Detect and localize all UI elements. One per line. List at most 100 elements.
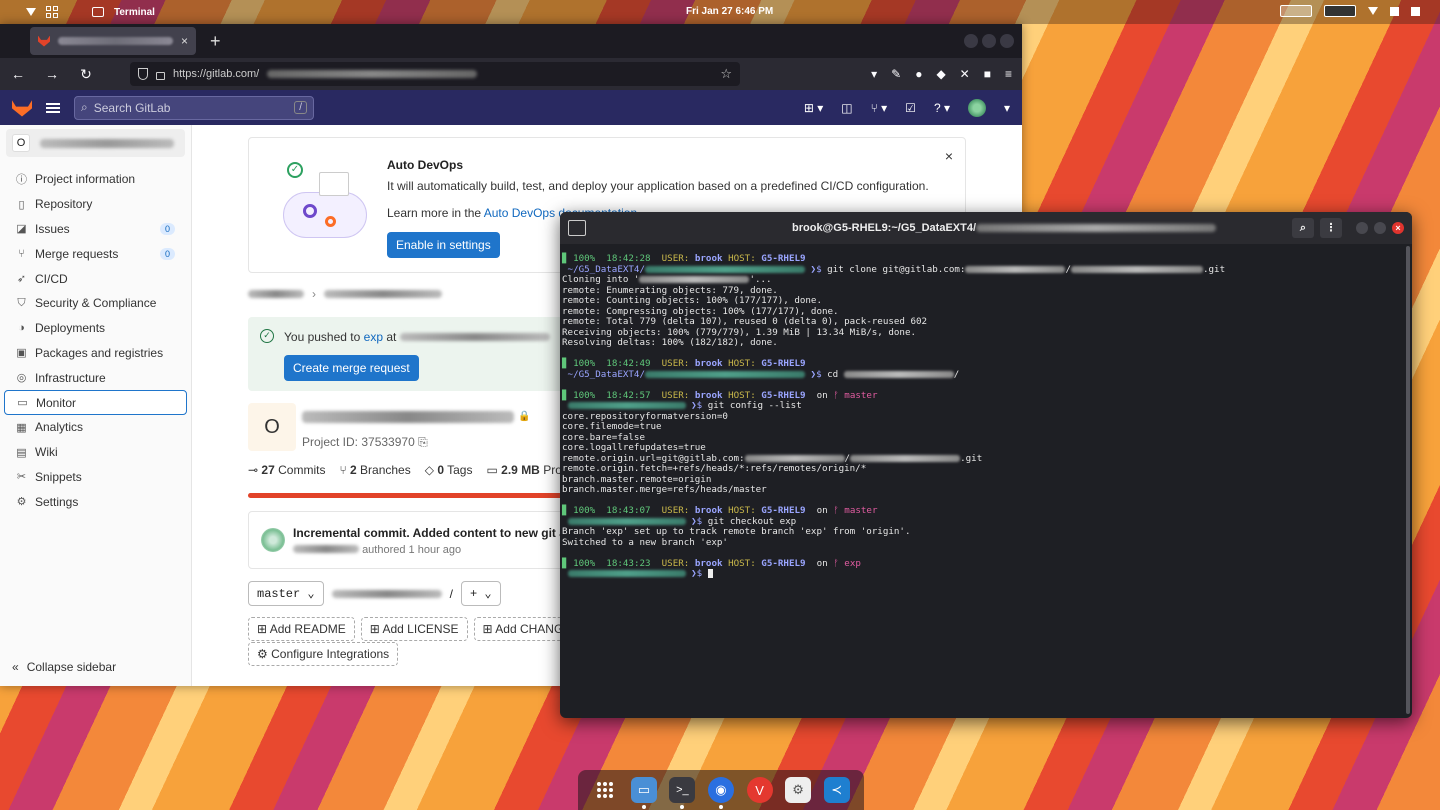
workspace-2[interactable] xyxy=(1324,5,1356,17)
todo-icon[interactable]: ☑ xyxy=(905,101,916,115)
terminal-minimize-button[interactable] xyxy=(1356,222,1368,234)
terminal-output[interactable]: ▊ 100% 18:42:28 USER: brook HOST: G5-RHE… xyxy=(560,244,1412,580)
commit-author-redacted[interactable] xyxy=(293,545,359,553)
branches-stat[interactable]: ⑂ 2 Branches xyxy=(339,463,410,477)
extension-blocked-icon[interactable]: ✕ xyxy=(960,67,970,81)
url-bar[interactable]: https://gitlab.com/ ☆ xyxy=(130,62,740,86)
active-app-name[interactable]: Terminal xyxy=(114,7,155,18)
hamburger-menu-icon[interactable] xyxy=(46,102,60,113)
breadcrumb-project-redacted[interactable] xyxy=(324,290,442,298)
bookmark-star-icon[interactable]: ☆ xyxy=(720,66,732,82)
sidebar-item-snippets[interactable]: ✂ Snippets xyxy=(0,465,191,490)
sidebar-project-header[interactable]: O xyxy=(6,129,185,157)
browser-tab-gitlab[interactable]: × xyxy=(30,27,196,55)
sidebar-item-settings[interactable]: ⚙ Settings xyxy=(0,489,191,514)
close-banner-icon[interactable]: × xyxy=(945,148,953,164)
user-avatar[interactable] xyxy=(967,98,986,117)
enable-in-settings-button[interactable]: Enable in settings xyxy=(387,232,500,258)
close-window-button[interactable] xyxy=(1000,34,1014,48)
branch-select[interactable]: master ⌄ xyxy=(248,581,324,606)
url-redacted xyxy=(267,70,478,78)
apps-grid-icon[interactable] xyxy=(46,6,58,18)
merge-request-icon: ⑂ xyxy=(18,247,25,260)
tab-close-icon[interactable]: × xyxy=(181,34,188,48)
pushed-branch-link[interactable]: exp xyxy=(364,330,383,344)
vivaldi-icon[interactable]: V xyxy=(746,777,773,803)
configure-integrations-button[interactable]: ⚙ Configure Integrations xyxy=(248,642,399,666)
sidebar-item-infrastructure[interactable]: ◎ Infrastructure xyxy=(0,365,191,390)
terminal-maximize-button[interactable] xyxy=(1374,222,1386,234)
add-readme-button[interactable]: ⊞ Add README xyxy=(248,617,355,641)
extension-leaf-icon[interactable]: ◆ xyxy=(936,67,945,81)
tools-icon[interactable]: ✎ xyxy=(891,67,901,81)
sidebar-item-security-compliance[interactable]: ⛉ Security & Compliance xyxy=(0,291,191,316)
search-input[interactable]: ⌕ Search GitLab / xyxy=(74,95,314,120)
create-new-icon[interactable]: ⊞ ▾ xyxy=(804,101,823,115)
sidebar-item-merge-requests[interactable]: ⑂ Merge requests 0 xyxy=(0,241,191,266)
add-license-button[interactable]: ⊞ Add LICENSE xyxy=(360,617,468,641)
sidebar-item-monitor[interactable]: ▭ Monitor xyxy=(4,390,187,415)
workspace-1[interactable] xyxy=(1280,5,1312,17)
settings-app-icon[interactable]: ⚙ xyxy=(785,777,812,803)
sidebar-item-deployments[interactable]: ◑ Deployments xyxy=(0,316,191,341)
lock-icon[interactable] xyxy=(156,71,165,80)
collapse-sidebar-button[interactable]: « Collapse sidebar xyxy=(12,660,116,674)
commit-author-avatar[interactable] xyxy=(261,528,285,552)
maximize-button[interactable] xyxy=(982,34,996,48)
extension-b-icon[interactable]: ● xyxy=(915,67,922,81)
firefox-icon[interactable]: ◉ xyxy=(707,777,734,809)
gitlab-logo-icon[interactable] xyxy=(12,100,32,117)
pocket-icon[interactable]: ▾ xyxy=(871,67,877,81)
avatar-chevron-down-icon[interactable]: ▾ xyxy=(1004,101,1010,115)
ublock-icon[interactable]: ■ xyxy=(984,67,991,81)
kebab-menu-icon[interactable]: ⋮ xyxy=(1320,218,1342,238)
terminal-close-button[interactable]: × xyxy=(1392,222,1404,234)
push-project-redacted[interactable] xyxy=(399,333,550,341)
new-tab-terminal-icon[interactable] xyxy=(568,220,586,236)
wifi-icon[interactable] xyxy=(1368,7,1378,15)
sidebar-item-analytics[interactable]: ▦ Analytics xyxy=(0,415,191,440)
help-icon[interactable]: ? ▾ xyxy=(934,101,950,115)
commit-title[interactable]: Incremental commit. Added content to new… xyxy=(293,526,595,540)
window-controls xyxy=(964,34,1014,48)
forward-button[interactable]: → xyxy=(44,66,60,82)
sidebar-item-project-information[interactable]: ⓘ Project information xyxy=(0,167,191,192)
tags-stat[interactable]: ◇ 0 Tags xyxy=(425,463,473,477)
system-menu-icon[interactable] xyxy=(26,8,36,16)
files-app-icon[interactable]: ▭ xyxy=(630,777,657,809)
sidebar-item-issues[interactable]: ◪ Issues 0 xyxy=(0,217,191,242)
back-button[interactable]: ← xyxy=(10,66,26,82)
document-illustration xyxy=(319,172,349,196)
terminal-scrollbar[interactable] xyxy=(1406,246,1410,714)
issues-header-icon[interactable]: ◫ xyxy=(841,101,852,115)
clock[interactable]: Fri Jan 27 6:46 PM xyxy=(686,6,773,17)
create-merge-request-button[interactable]: Create merge request xyxy=(284,355,419,381)
search-icon[interactable]: ⌕ xyxy=(1292,218,1314,238)
minimize-button[interactable] xyxy=(964,34,978,48)
show-apps-button[interactable] xyxy=(592,777,618,803)
gear-icon: ⚙ xyxy=(257,647,268,661)
tracking-shield-icon[interactable] xyxy=(138,68,148,80)
new-tab-button[interactable]: + xyxy=(210,31,221,52)
add-file-dropdown[interactable]: + ⌄ xyxy=(461,581,501,606)
breadcrumb-group-redacted[interactable] xyxy=(248,290,304,298)
terminal-title-redacted xyxy=(976,224,1217,233)
prompt-command-2: ❯$ git config --list xyxy=(562,400,1410,412)
repo-path-redacted[interactable] xyxy=(331,589,442,598)
volume-icon[interactable] xyxy=(1390,6,1399,16)
sidebar-item-repository[interactable]: ▯ Repository xyxy=(0,192,191,217)
issues-icon: ◪ xyxy=(16,223,27,236)
project-initial-avatar: O xyxy=(12,134,30,152)
sidebar-item-ci-cd[interactable]: ➶ CI/CD xyxy=(0,266,191,291)
reload-button[interactable]: ↻ xyxy=(78,66,94,83)
copy-id-icon[interactable]: ⎘ xyxy=(418,435,428,449)
sidebar-item-wiki[interactable]: ▤ Wiki xyxy=(0,440,191,465)
terminal-dock-icon[interactable]: >_ xyxy=(669,777,696,809)
battery-icon[interactable] xyxy=(1411,6,1420,16)
sidebar-item-packages-and-registries[interactable]: ▣ Packages and registries xyxy=(0,341,191,366)
terminal-window[interactable]: brook@G5-RHEL9:~/G5_DataEXT4/ ⌕ ⋮ × ▊ 10… xyxy=(560,212,1412,718)
menu-icon[interactable]: ≡ xyxy=(1005,67,1012,81)
commits-stat[interactable]: ⊸ 27 Commits xyxy=(248,463,325,477)
merge-requests-header-icon[interactable]: ⑂ ▾ xyxy=(871,101,888,115)
vscode-icon[interactable]: ≺ xyxy=(823,777,850,803)
